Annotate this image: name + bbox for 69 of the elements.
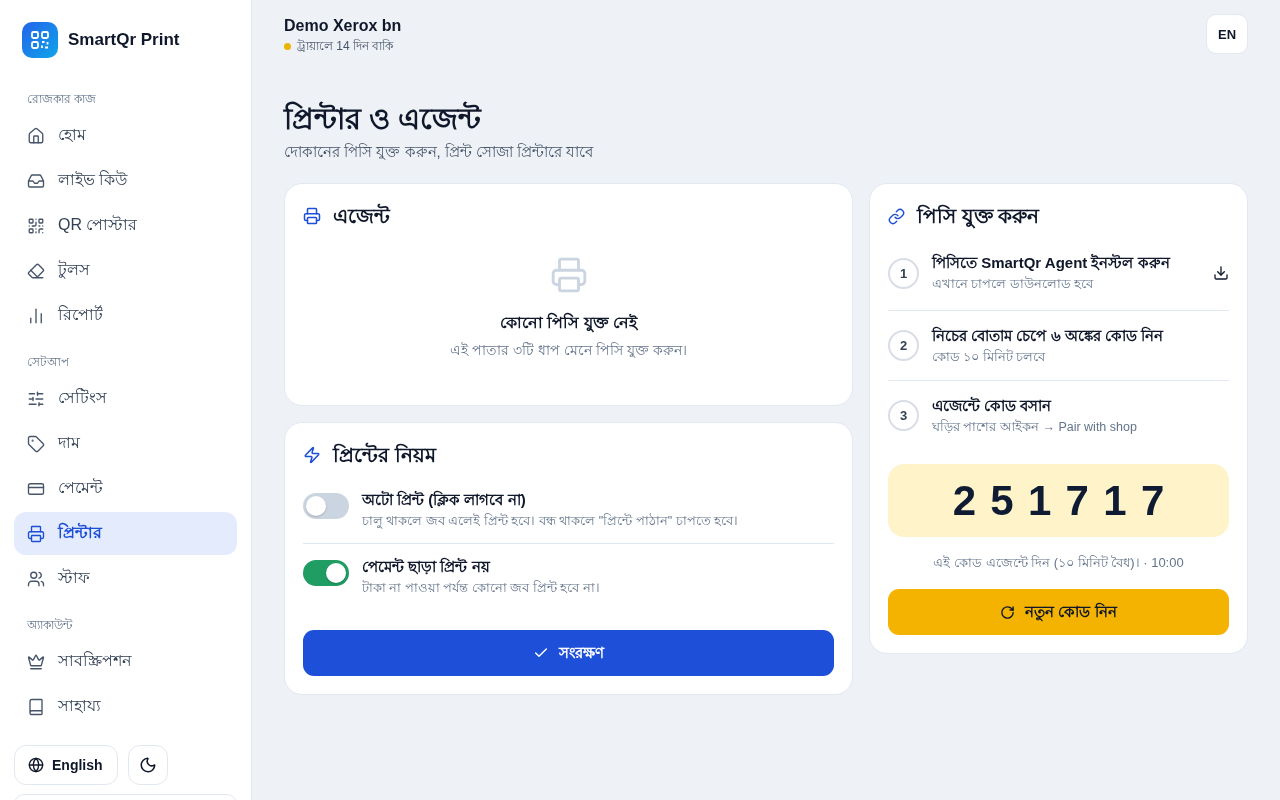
card-title: এজেন্ট [333, 204, 390, 228]
refresh-icon [1000, 604, 1016, 620]
step-number: 2 [888, 330, 919, 361]
page-subtitle: দোকানের পিসি যুক্ত করুন, প্রিন্ট সোজা প্রিন্টারে যাবে [284, 142, 595, 162]
save-button[interactable]: সংরক্ষণ [303, 630, 834, 676]
pairing-code: 251717 [888, 464, 1229, 537]
crown-icon [27, 652, 45, 671]
code-note: এই কোড এজেন্টে দিন (১০ মিনিট বৈধ)। · 10:00 [933, 554, 1184, 572]
step-number: 3 [888, 400, 919, 431]
language-button[interactable]: EN [1206, 14, 1248, 54]
language-button[interactable]: English [14, 745, 118, 785]
logo-name: SmartQr Print [68, 30, 180, 50]
toggle-switch[interactable] [303, 560, 349, 586]
step-description: কোড ১০ মিনিট চলবে [932, 348, 1047, 366]
printer-icon [303, 207, 321, 225]
trial-status: ট্রায়ালে 14 দিন বাকি [297, 38, 394, 54]
step-description: ঘড়ির পাশের আইকন → Pair with shop [932, 418, 1138, 436]
printer-icon [27, 524, 45, 543]
rule-title: অটো প্রিন্ট (ক্লিক লাগবে না) [362, 490, 527, 510]
step-number: 1 [888, 257, 919, 289]
tag-icon [27, 434, 45, 453]
card-title: প্রিন্টের নিয়ম [333, 443, 436, 467]
bar-chart-icon [27, 306, 45, 325]
printer-icon [549, 256, 588, 294]
moon-icon [138, 756, 157, 774]
link-icon [888, 207, 905, 225]
download-icon [1213, 265, 1229, 281]
nav-item[interactable]: হোম [14, 114, 237, 157]
card-title: পিসি যুক্ত করুন [917, 204, 1040, 228]
status-dot-icon [284, 42, 291, 50]
eraser-icon [27, 261, 45, 280]
empty-title: কোনো পিসি যুক্ত নেই [499, 312, 638, 334]
nav-item[interactable]: সাহায্য [14, 685, 237, 728]
section-label: রোজকার কাজ [26, 91, 98, 107]
step-title: নিচের বোতাম চেপে ৬ অঙ্কের কোড নিন [932, 325, 1165, 346]
theme-button[interactable] [127, 745, 168, 785]
sliders-icon [27, 389, 45, 408]
section-label: সেটআপ [26, 354, 70, 370]
rule-description: চালু থাকলে জব এলেই প্রিন্ট হবে। বন্ধ থাকলে "প্রিন্টে পাঠান" চাপতে হবে। [362, 512, 739, 530]
lightning-icon [303, 446, 321, 464]
people-icon [27, 569, 45, 588]
step-description: এখানে চাপলে ডাউনলোড হবে [932, 276, 1095, 293]
step-title: এজেন্টে কোড বসান [932, 395, 1053, 416]
download-button[interactable] [1213, 265, 1229, 281]
nav-item[interactable]: QR পোস্টার [14, 204, 237, 247]
logo-icon [22, 22, 58, 58]
globe-icon [28, 757, 44, 773]
rule-title: পেমেন্ট ছাড়া প্রিন্ট নয় [362, 557, 492, 577]
nav-item[interactable]: লাইভ কিউ [14, 159, 237, 202]
nav-item[interactable]: টুলস [14, 249, 237, 292]
section-label: অ্যাকাউন্ট [26, 617, 74, 633]
nav-item[interactable]: দাম [14, 422, 237, 465]
qr-code-icon [27, 216, 45, 235]
nav-item[interactable]: পেমেন্ট [14, 467, 237, 510]
nav-item[interactable]: রিপোর্ট [14, 294, 237, 337]
inbox-icon [27, 171, 45, 190]
nav-item[interactable]: সেটিংস [14, 377, 237, 420]
step-title: পিসিতে SmartQr Agent ইনস্টল করুন [932, 253, 1172, 273]
nav-item[interactable]: প্রিন্টার [14, 512, 237, 555]
empty-text: এই পাতার ৩টি ধাপ মেনে পিসি যুক্ত করুন। [450, 341, 687, 360]
page-title: প্রিন্টার ও এজেন্ট [284, 100, 483, 137]
book-icon [27, 697, 45, 716]
house-icon [27, 126, 45, 145]
toggle-switch[interactable] [303, 493, 349, 519]
shop-name: Demo Xerox bn [284, 16, 402, 36]
rule-description: টাকা না পাওয়া পর্যন্ত কোনো জব প্রিন্ট হবে না। [362, 579, 600, 597]
new-code-button[interactable]: নতুন কোড নিন [888, 589, 1229, 635]
nav-item[interactable]: স্টাফ [14, 557, 237, 600]
nav-item[interactable]: সাবস্ক্রিপশন [14, 640, 237, 683]
